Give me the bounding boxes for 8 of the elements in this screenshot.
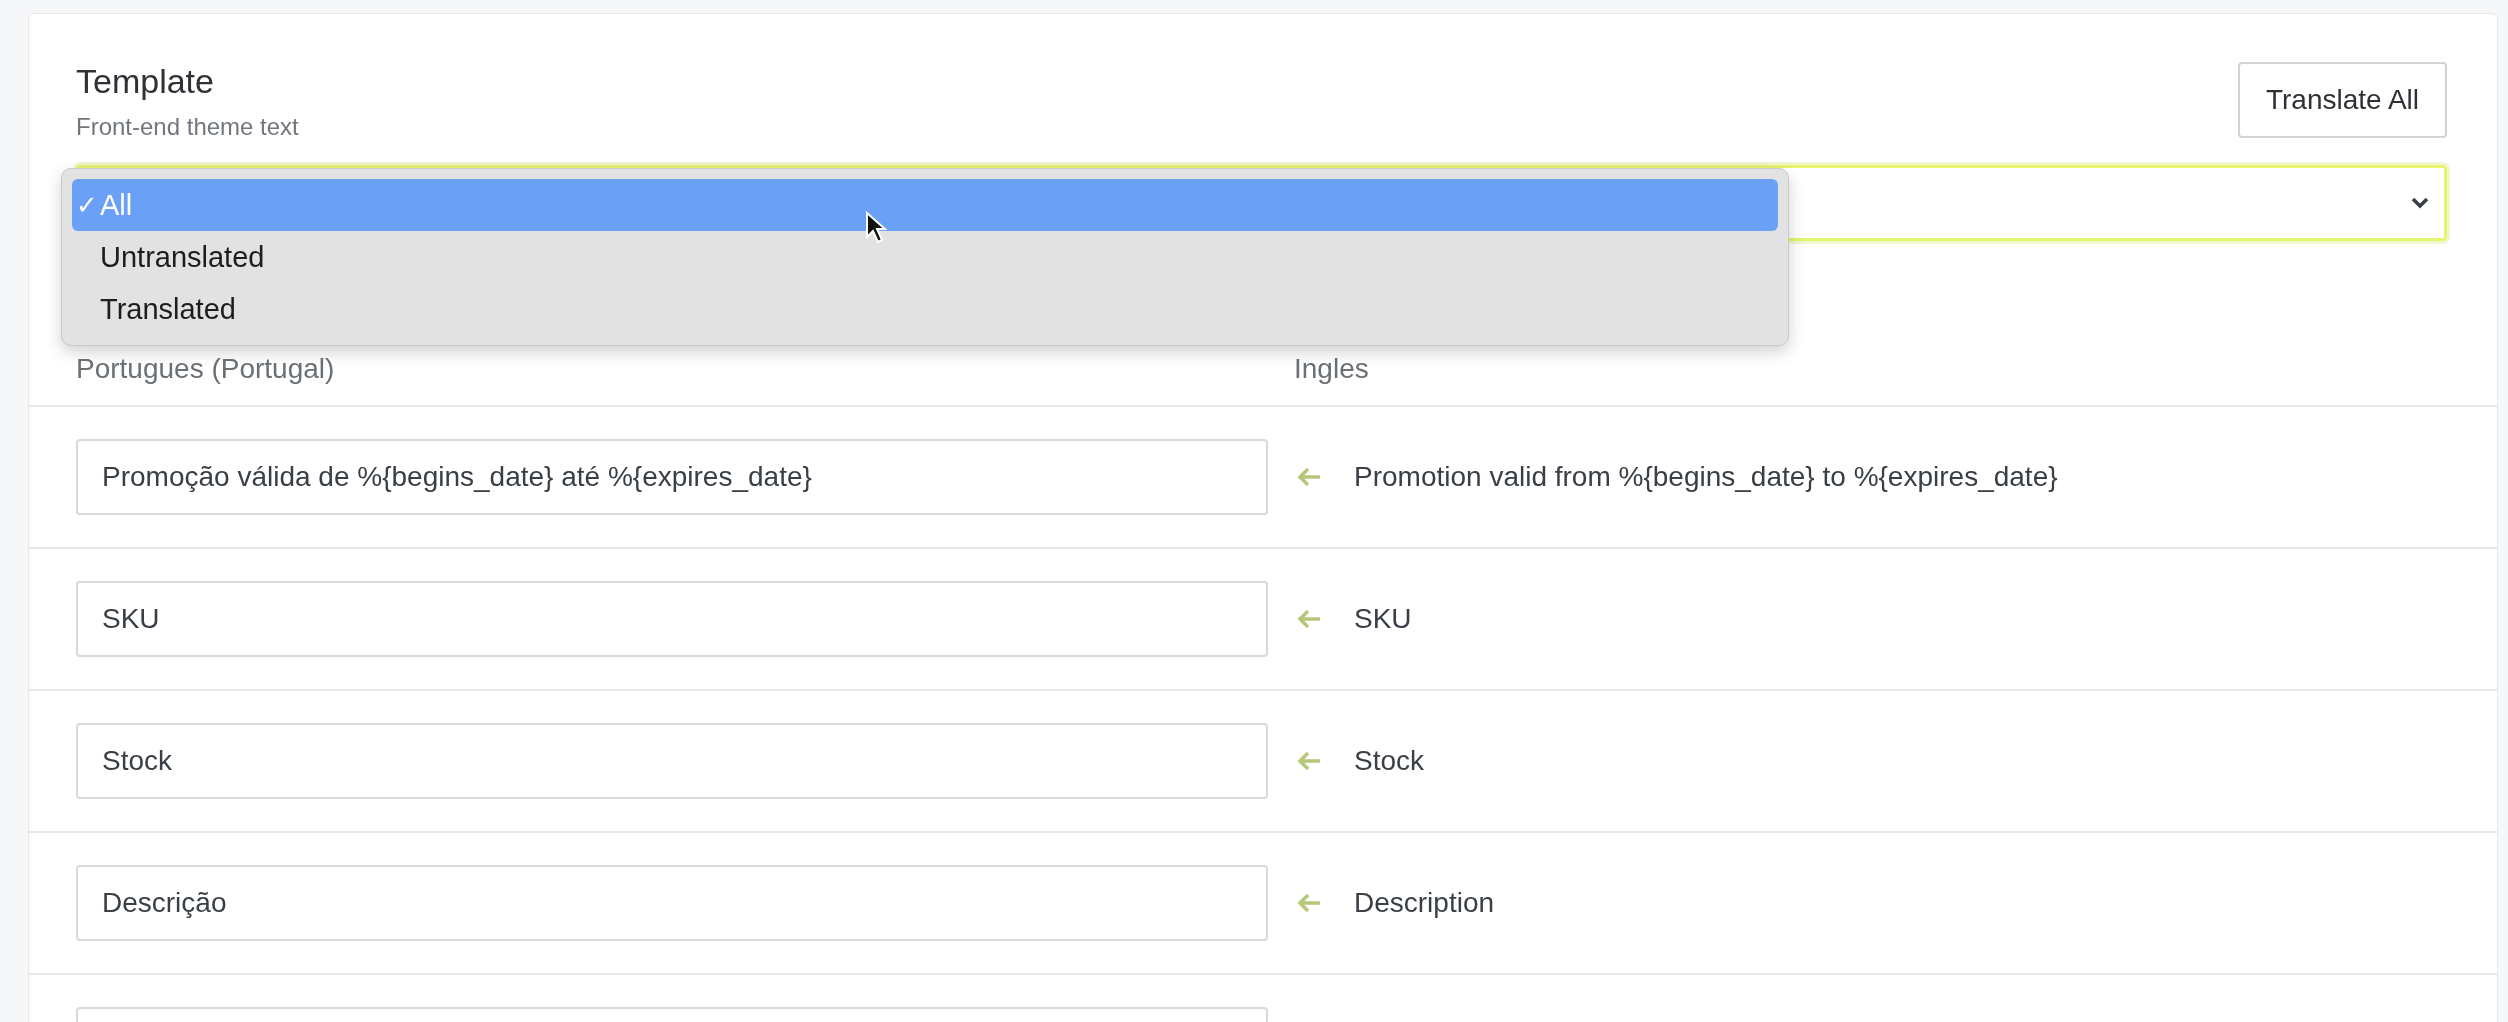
column-header: Ingles: [1294, 353, 1369, 385]
section-subtitle: Front-end theme text: [76, 113, 299, 141]
source-text: Description: [1354, 887, 1495, 919]
source-text: Stock: [1354, 745, 1425, 777]
section-title: Template: [76, 62, 215, 101]
source-text: SKU: [1354, 603, 1412, 635]
source-text: Promotion valid from %{begins_date} to %{expires_date}: [1354, 461, 2058, 493]
column-header: Portugues (Portugal): [76, 353, 336, 385]
